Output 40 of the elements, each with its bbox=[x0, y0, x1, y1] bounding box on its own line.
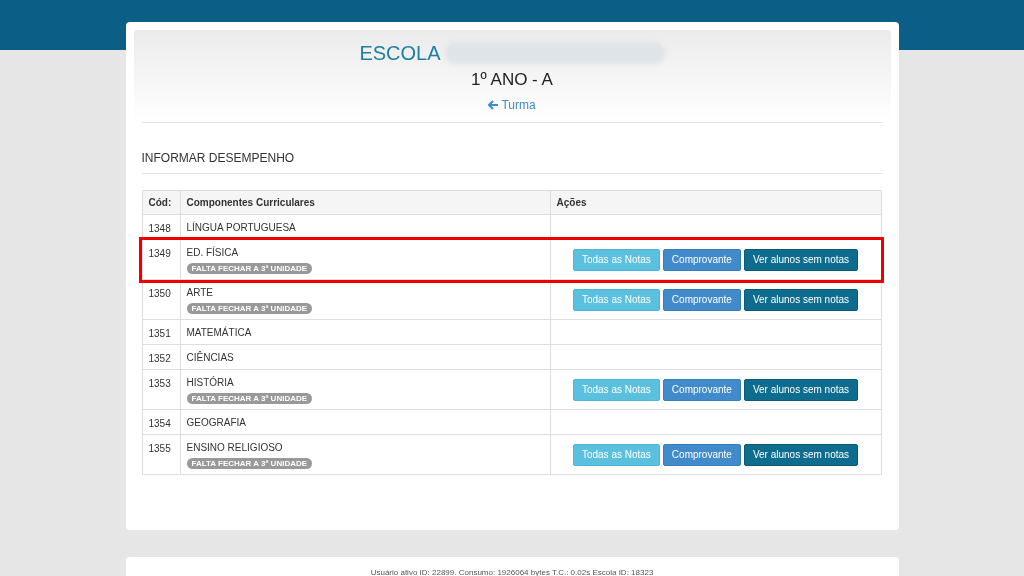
all-grades-button[interactable]: Todas as Notas bbox=[572, 288, 660, 311]
subject-name: ED. FÍSICA bbox=[186, 245, 240, 260]
students-without-grades-button[interactable]: Ver alunos sem notas bbox=[743, 288, 859, 311]
status-badge: FALTA FECHAR A 3ª UNIDADE bbox=[186, 263, 313, 274]
subject-name: ARTE bbox=[186, 286, 214, 300]
subject-name: MATEMÁTICA bbox=[186, 325, 253, 340]
code-cell: 1351 bbox=[142, 319, 180, 345]
school-label: ESCOLA bbox=[359, 41, 441, 66]
back-link[interactable]: Turma bbox=[488, 96, 536, 114]
students-without-grades-button[interactable]: Ver alunos sem notas bbox=[743, 248, 859, 271]
code-cell: 1354 bbox=[142, 409, 180, 435]
code-cell: 1355 bbox=[142, 434, 180, 475]
column-header: Ações bbox=[550, 190, 881, 215]
back-arrow-icon bbox=[488, 100, 500, 110]
class-title: 1º ANO - A bbox=[471, 69, 553, 91]
column-header: Cód: bbox=[142, 190, 180, 215]
footer-info: Usuário ativo ID: 22899. Consumo: 1926064 bytes T.C.: 0.02s Escola ID: 18323 bbox=[370, 567, 654, 576]
all-grades-button[interactable]: Todas as Notas bbox=[572, 378, 660, 401]
subject-name: HISTÓRIA bbox=[186, 375, 235, 390]
students-without-grades-button[interactable]: Ver alunos sem notas bbox=[743, 378, 859, 401]
column-header: Componentes Curriculares bbox=[180, 190, 550, 215]
subject-name: ENSINO RELIGIOSO bbox=[186, 441, 284, 455]
receipt-button[interactable]: Comprovante bbox=[662, 378, 741, 401]
all-grades-button[interactable]: Todas as Notas bbox=[572, 443, 660, 466]
code-cell: 1348 bbox=[142, 214, 180, 240]
receipt-button[interactable]: Comprovante bbox=[662, 443, 741, 466]
receipt-button[interactable]: Comprovante bbox=[662, 248, 741, 271]
code-cell: 1352 bbox=[142, 344, 180, 370]
code-cell: 1349 bbox=[142, 239, 180, 280]
all-grades-button[interactable]: Todas as Notas bbox=[572, 248, 660, 271]
status-badge: FALTA FECHAR A 3ª UNIDADE bbox=[186, 303, 313, 314]
students-without-grades-button[interactable]: Ver alunos sem notas bbox=[743, 443, 859, 466]
section-title: INFORMAR DESEMPENHO bbox=[141, 151, 295, 165]
code-cell: 1353 bbox=[142, 369, 180, 410]
status-badge: FALTA FECHAR A 3ª UNIDADE bbox=[186, 458, 313, 469]
status-badge: FALTA FECHAR A 3ª UNIDADE bbox=[186, 393, 313, 404]
receipt-button[interactable]: Comprovante bbox=[662, 288, 741, 311]
subject-name: CIÊNCIAS bbox=[186, 350, 235, 365]
subject-name: LÍNGUA PORTUGUESA bbox=[186, 220, 297, 235]
subject-name: GEOGRAFIA bbox=[186, 416, 247, 430]
